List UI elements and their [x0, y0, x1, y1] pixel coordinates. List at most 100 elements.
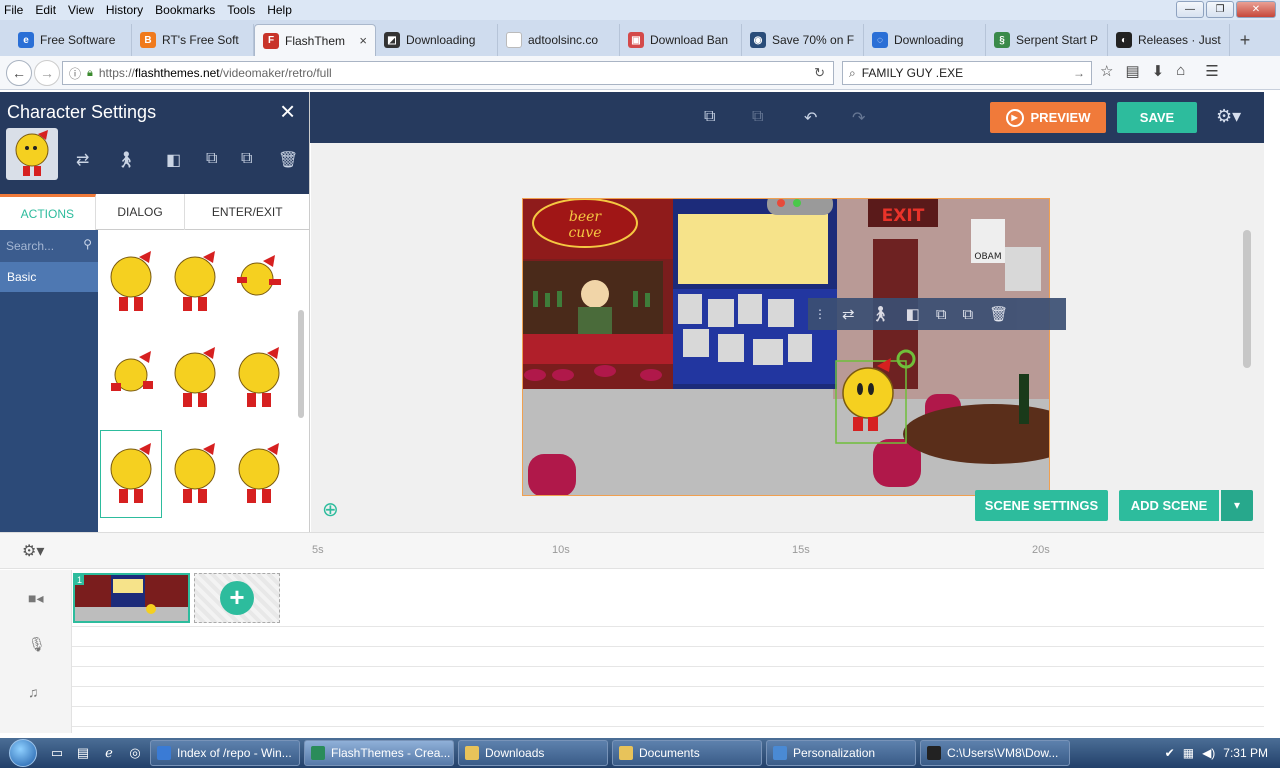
reading-list-icon[interactable]: ▤ — [1125, 62, 1139, 80]
action-thumbnail[interactable] — [228, 430, 290, 518]
add-scene-button[interactable]: ADD SCENE — [1119, 490, 1219, 521]
action-thumbnail[interactable] — [100, 334, 162, 422]
settings-gear-icon[interactable]: ⚙▾ — [1216, 106, 1241, 127]
clock[interactable]: 7:31 PM — [1223, 746, 1268, 760]
close-window-button[interactable]: ✕ — [1236, 1, 1276, 18]
ie-icon[interactable]: ℯ — [98, 742, 120, 764]
browser-tab[interactable]: § Serpent Start P — [986, 24, 1108, 56]
zoom-in-icon[interactable]: ⊕ — [322, 497, 339, 522]
menu-view[interactable]: View — [68, 3, 94, 17]
taskbar-item[interactable]: Index of /repo - Win... — [150, 740, 300, 766]
taskbar-item-active[interactable]: FlashThemes - Crea... — [304, 740, 454, 766]
taskbar-item-label: C:\Users\VM8\Dow... — [947, 746, 1059, 760]
menu-file[interactable]: File — [4, 3, 23, 17]
close-panel-icon[interactable]: × — [280, 96, 295, 127]
copy-icon[interactable]: ⧉ — [704, 108, 715, 126]
action-thumbnail[interactable] — [164, 430, 226, 518]
start-button[interactable] — [0, 738, 46, 768]
action-thumbnail[interactable] — [100, 238, 162, 326]
network-icon[interactable]: ▦ — [1183, 746, 1194, 760]
track-divider — [72, 646, 1264, 647]
hamburger-menu-icon[interactable]: ☰ — [1205, 62, 1218, 80]
volume-icon[interactable]: ◀) — [1202, 746, 1215, 760]
show-desktop-icon[interactable]: ▭ — [46, 742, 68, 764]
tab-close-icon[interactable]: × — [359, 33, 367, 48]
menu-help[interactable]: Help — [267, 3, 292, 17]
swap-character-icon[interactable]: ⇄ — [76, 150, 89, 170]
url-bar[interactable]: ⓘ 🔒︎ https://flashthemes.net/videomaker/… — [62, 61, 834, 85]
new-tab-button[interactable]: + — [1230, 24, 1260, 56]
paste-icon[interactable]: ⧉ — [241, 150, 252, 168]
reload-icon[interactable]: ↻ — [814, 65, 825, 81]
action-grid-scrollbar[interactable] — [298, 310, 304, 418]
minimize-button[interactable]: — — [1176, 1, 1204, 18]
search-input[interactable]: ⌕ FAMILY GUY .EXE → — [842, 61, 1092, 85]
home-icon[interactable]: ⌂ — [1176, 62, 1185, 80]
menu-bookmarks[interactable]: Bookmarks — [155, 3, 215, 17]
drag-handle-icon[interactable]: ⋮ — [814, 307, 826, 321]
paste-icon[interactable]: ⧉ — [752, 108, 763, 126]
taskbar-item[interactable]: Personalization — [766, 740, 916, 766]
menu-tools[interactable]: Tools — [227, 3, 255, 17]
tab-actions[interactable]: ACTIONS — [0, 194, 96, 230]
forward-button[interactable]: → — [34, 59, 60, 86]
copy-icon[interactable]: ⧉ — [936, 306, 947, 323]
action-thumbnail-selected[interactable] — [100, 430, 162, 518]
browser-tab-active[interactable]: F FlashThem × — [254, 24, 376, 56]
maximize-button[interactable]: ❐ — [1206, 1, 1234, 18]
menu-history[interactable]: History — [106, 3, 143, 17]
window-icon — [311, 746, 325, 760]
downloads-icon[interactable]: ⬇ — [1152, 62, 1165, 80]
walk-motion-icon[interactable]: 🚶︎ — [116, 150, 136, 170]
browser-tab[interactable]: adtoolsinc.co — [498, 24, 620, 56]
category-basic[interactable]: Basic — [0, 262, 98, 292]
browser-tab[interactable]: ◉ Save 70% on F — [742, 24, 864, 56]
action-thumbnail[interactable] — [164, 238, 226, 326]
browser-tab[interactable]: B RT's Free Soft — [132, 24, 254, 56]
browser-tab[interactable]: e Free Software — [10, 24, 132, 56]
scene-stage[interactable]: beer cuve EXIT OBAM — [522, 198, 1050, 496]
walk-motion-icon[interactable]: 🚶︎ — [871, 305, 890, 323]
tab-dialog[interactable]: DIALOG — [96, 194, 186, 230]
taskbar-item[interactable]: Documents — [612, 740, 762, 766]
security-icon[interactable]: ✔ — [1165, 746, 1175, 760]
action-thumbnail[interactable] — [228, 334, 290, 422]
action-thumbnail[interactable] — [228, 238, 290, 326]
info-icon[interactable]: ⓘ — [69, 65, 81, 82]
action-thumbnail[interactable] — [164, 334, 226, 422]
taskbar-item[interactable]: C:\Users\VM8\Dow... — [920, 740, 1070, 766]
back-button[interactable]: ← — [6, 59, 32, 86]
character-avatar — [15, 130, 49, 176]
flip-icon[interactable]: ◧ — [906, 305, 920, 323]
workspace-scrollbar[interactable] — [1243, 230, 1251, 368]
browser-tab[interactable]: ◐ Releases · Just — [1108, 24, 1230, 56]
taskbar-item[interactable]: Downloads — [458, 740, 608, 766]
paste-icon[interactable]: ⧉ — [963, 306, 974, 323]
chrome-icon[interactable]: ◎ — [124, 742, 146, 764]
track-divider — [72, 666, 1264, 667]
scene-thumbnail[interactable]: 1 — [73, 573, 190, 623]
timeline-settings-gear-icon[interactable]: ⚙▾ — [22, 541, 44, 561]
add-scene-slot[interactable]: + — [194, 573, 280, 623]
swap-character-icon[interactable]: ⇄ — [842, 305, 855, 323]
redo-icon[interactable]: ↷ — [852, 108, 865, 128]
menu-edit[interactable]: Edit — [35, 3, 56, 17]
bookmark-star-icon[interactable]: ☆ — [1100, 62, 1113, 80]
preview-button[interactable]: ▶ PREVIEW — [990, 102, 1106, 133]
explorer-icon[interactable]: ▤ — [72, 742, 94, 764]
search-go-icon[interactable]: → — [1073, 66, 1085, 80]
add-scene-dropdown-icon[interactable]: ▾ — [1221, 490, 1253, 521]
browser-tab[interactable]: ◩ Downloading — [376, 24, 498, 56]
delete-icon[interactable]: 🗑︎ — [989, 305, 1008, 323]
action-search-input[interactable]: Search... ⚲ — [0, 230, 98, 262]
tab-favicon-icon: e — [18, 32, 34, 48]
flip-icon[interactable]: ◧ — [166, 150, 181, 170]
browser-tab[interactable]: ▣ Download Ban — [620, 24, 742, 56]
tab-enter-exit[interactable]: ENTER/EXIT — [185, 194, 309, 230]
scene-settings-button[interactable]: SCENE SETTINGS — [975, 490, 1108, 521]
save-button[interactable]: SAVE — [1117, 102, 1197, 133]
undo-icon[interactable]: ↶ — [804, 108, 817, 128]
copy-icon[interactable]: ⧉ — [206, 150, 217, 168]
delete-icon[interactable]: 🗑︎ — [278, 150, 298, 170]
browser-tab[interactable]: ◌ Downloading — [864, 24, 986, 56]
